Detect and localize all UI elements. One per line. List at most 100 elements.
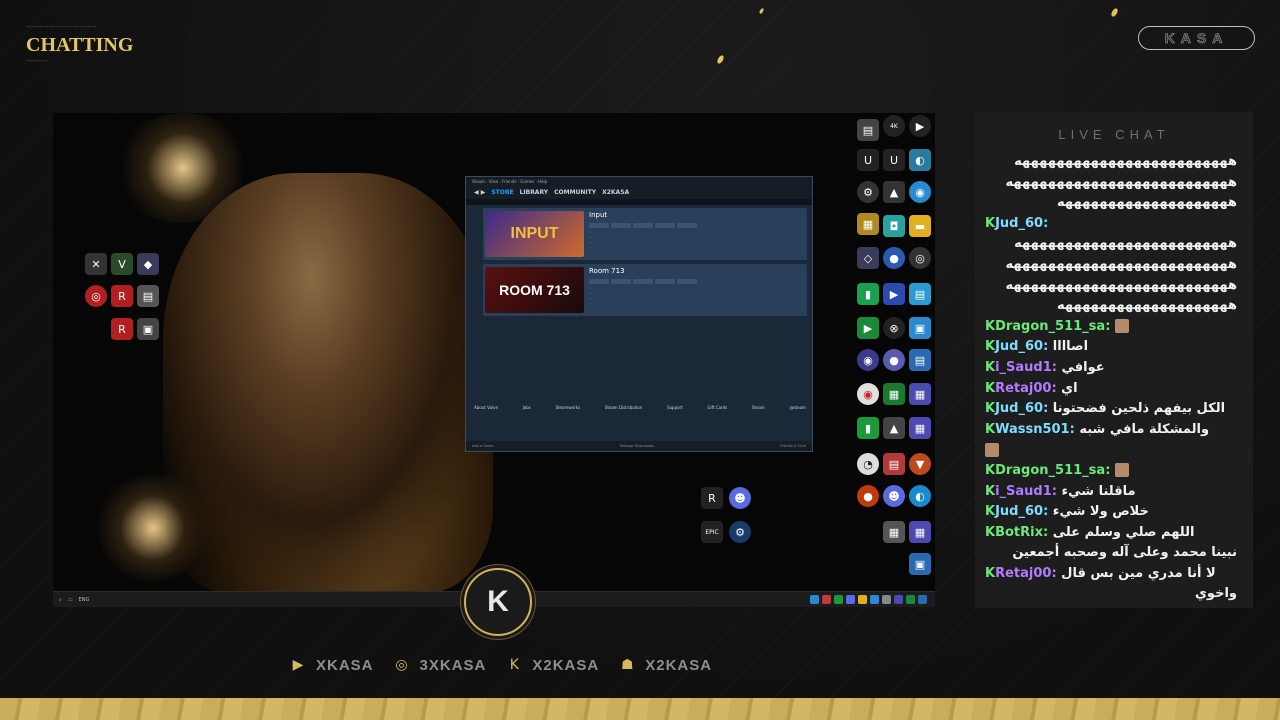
taskview-icon[interactable]: ▭ <box>68 597 73 603</box>
desktop-app-icon[interactable]: ▣ <box>137 318 159 340</box>
chat-title: LIVE CHAT <box>1058 127 1170 142</box>
desktop-app-icon[interactable]: ▶ <box>857 317 879 339</box>
desktop-app-icon[interactable]: ▦ <box>857 213 879 235</box>
tab-store[interactable]: STORE <box>491 189 513 196</box>
desktop-app-icon[interactable]: ▤ <box>857 119 879 141</box>
tray-icon[interactable] <box>882 595 891 604</box>
footer-link[interactable]: Steamworks <box>555 405 580 410</box>
desktop-app-icon[interactable]: ◉ <box>909 181 931 203</box>
chat-username[interactable]: Jud_60: <box>995 216 1048 231</box>
tray-icon[interactable] <box>834 595 843 604</box>
epic-games-icon[interactable]: EPIC <box>701 521 723 543</box>
chat-username[interactable]: Retaj00: <box>995 381 1061 396</box>
desktop-app-icon[interactable]: ◎ <box>909 247 931 269</box>
add-game-button[interactable]: Add a Game <box>472 444 494 448</box>
folder-icon[interactable]: ▬ <box>909 215 931 237</box>
desktop-app-icon[interactable]: ▶ <box>883 283 905 305</box>
desktop-app-icon[interactable]: ◇ <box>857 247 879 269</box>
desktop-app-icon[interactable]: ● <box>857 485 879 507</box>
chat-username[interactable]: Jud_60: <box>995 339 1053 354</box>
manage-downloads-button[interactable]: Manage Downloads <box>620 444 654 448</box>
desktop-app-icon[interactable]: ▤ <box>909 349 931 371</box>
game-card[interactable]: ROOM 713 Room 713 ····· ····· <box>483 264 807 316</box>
chat-username[interactable]: Jud_60: <box>995 401 1053 416</box>
desktop-app-icon[interactable]: ▶ <box>909 115 931 137</box>
desktop-app-icon[interactable]: ▤ <box>883 453 905 475</box>
desktop-app-icon[interactable]: ▦ <box>883 521 905 543</box>
desktop-app-icon[interactable]: ▮ <box>857 417 879 439</box>
game-card[interactable]: INPUT Input ····· ····· <box>483 208 807 260</box>
tab-community[interactable]: COMMUNITY <box>554 189 596 196</box>
desktop-app-icon[interactable]: ▣ <box>909 553 931 575</box>
tray-icon[interactable] <box>810 595 819 604</box>
footer-link[interactable]: Support <box>667 405 683 410</box>
steam-url-bar[interactable] <box>466 199 812 205</box>
chat-username[interactable]: i_Saud1: <box>995 484 1061 499</box>
tray-icon[interactable] <box>846 595 855 604</box>
desktop-app-icon[interactable]: ▮ <box>857 283 879 305</box>
steam-icon[interactable]: ⚙ <box>729 521 751 543</box>
discord-icon[interactable]: ☻ <box>883 485 905 507</box>
desktop-app-icon[interactable]: ▲ <box>883 181 905 203</box>
search-icon[interactable]: ⌕ <box>59 597 62 603</box>
footer-link[interactable]: Steam <box>752 405 765 410</box>
chat-username[interactable]: Dragon_511_sa: <box>995 463 1115 478</box>
desktop-app-icon[interactable]: ✕ <box>85 253 107 275</box>
tray-icon[interactable] <box>894 595 903 604</box>
tray-icon[interactable] <box>858 595 867 604</box>
desktop-app-icon[interactable]: ▦ <box>883 383 905 405</box>
desktop-app-icon[interactable]: 4K <box>883 115 905 137</box>
desktop-app-icon[interactable]: U <box>857 149 879 171</box>
edge-icon[interactable]: ◐ <box>909 485 931 507</box>
tab-user[interactable]: X2KASA <box>602 189 629 196</box>
nav-back-icon[interactable]: ◀ ▶ <box>474 189 485 196</box>
social-snapchat: ☗ X2KASA <box>617 656 712 674</box>
footer-link[interactable]: Gift Cards <box>707 405 727 410</box>
desktop-app-icon[interactable]: ▤ <box>909 283 931 305</box>
desktop-app-icon[interactable]: ◔ <box>857 453 879 475</box>
chat-username[interactable]: Dragon_511_sa: <box>995 319 1115 334</box>
desktop-app-icon[interactable]: R <box>111 285 133 307</box>
chat-username[interactable]: Jud_60: <box>995 504 1053 519</box>
tray-icon[interactable] <box>918 595 927 604</box>
desktop-app-icon[interactable]: V <box>111 253 133 275</box>
desktop-app-icon[interactable]: ◉ <box>857 383 879 405</box>
desktop-app-icon[interactable]: ▼ <box>909 453 931 475</box>
desktop-app-icon[interactable]: ▣ <box>909 317 931 339</box>
desktop-app-icon[interactable]: U <box>883 149 905 171</box>
desktop-app-icon[interactable]: ◘ <box>883 215 905 237</box>
desktop-app-icon[interactable]: ▦ <box>909 521 931 543</box>
desktop-app-icon[interactable]: ▤ <box>137 285 159 307</box>
footer-link[interactable]: @steam <box>789 405 805 410</box>
friends-chat-button[interactable]: Friends & Chat <box>780 444 806 448</box>
tray-icon[interactable] <box>870 595 879 604</box>
footer-link[interactable]: Steam Distribution <box>605 405 643 410</box>
chat-username[interactable]: Wassn501: <box>995 422 1079 437</box>
desktop-app-icon[interactable]: ⚙ <box>857 181 879 203</box>
desktop-app-icon[interactable]: ● <box>883 349 905 371</box>
tray-icon[interactable] <box>822 595 831 604</box>
chat-text: عوافي <box>1061 359 1105 375</box>
tab-library[interactable]: LIBRARY <box>520 189 549 196</box>
desktop-app-icon[interactable]: R <box>111 318 133 340</box>
desktop-app-icon[interactable]: ▦ <box>909 417 931 439</box>
chat-text: اللهم صلي وسلم على <box>1052 524 1195 540</box>
desktop-app-icon[interactable]: ⊗ <box>883 317 905 339</box>
footer-link[interactable]: Jobs <box>523 405 531 410</box>
desktop-app-icon[interactable]: ▲ <box>883 417 905 439</box>
desktop-app-icon[interactable]: ◉ <box>857 349 879 371</box>
desktop-app-icon[interactable]: ◐ <box>909 149 931 171</box>
language-indicator[interactable]: ENG <box>79 597 90 603</box>
chat-username[interactable]: i_Saud1: <box>995 360 1061 375</box>
desktop-app-icon[interactable]: ▦ <box>909 383 931 405</box>
desktop-app-icon[interactable]: ● <box>883 247 905 269</box>
desktop-app-icon[interactable]: ◆ <box>137 253 159 275</box>
chat-username[interactable]: BotRix: <box>995 525 1053 540</box>
footer-link[interactable]: About Valve <box>474 405 498 410</box>
chat-username[interactable]: Retaj00: <box>995 566 1061 581</box>
rockstar-icon[interactable]: R <box>701 487 723 509</box>
tray-icon[interactable] <box>906 595 915 604</box>
steam-menu[interactable]: Steam · View · Friends · Games · Help <box>472 179 547 184</box>
discord-icon[interactable]: ☻ <box>729 487 751 509</box>
desktop-app-icon[interactable]: ◎ <box>85 285 107 307</box>
